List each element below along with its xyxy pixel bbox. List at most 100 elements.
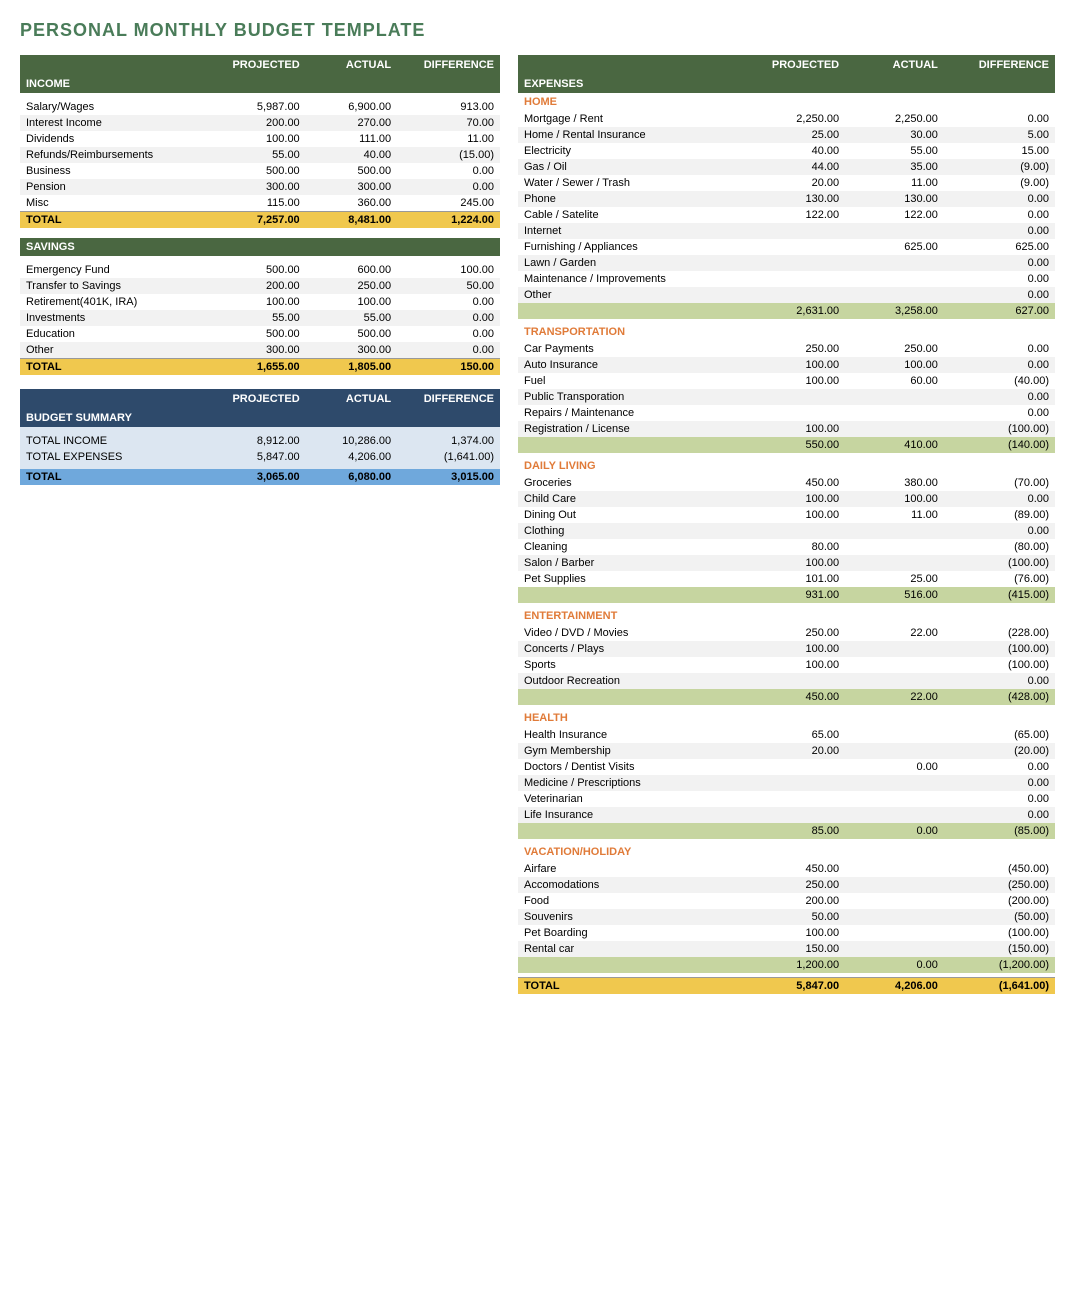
row-diff: (9.00) [944, 175, 1055, 191]
subtotal-label [518, 957, 746, 973]
row-label: Internet [518, 223, 746, 239]
row-label: Electricity [518, 143, 746, 159]
row-diff: 0.00 [397, 294, 500, 310]
subsection-name: ENTERTAINMENT [518, 607, 1055, 625]
row-diff: 0.00 [944, 405, 1055, 421]
row-label: Pet Boarding [518, 925, 746, 941]
row-proj: 200.00 [203, 278, 306, 294]
expenses-data-row: Outdoor Recreation 0.00 [518, 673, 1055, 689]
subtotal-proj: 550.00 [746, 437, 845, 453]
total-proj: 3,065.00 [203, 469, 306, 485]
row-proj: 8,912.00 [203, 433, 306, 449]
summary-header-label [20, 389, 203, 409]
subsection-name: DAILY LIVING [518, 457, 1055, 475]
row-actual [845, 523, 944, 539]
row-label: Public Transporation [518, 389, 746, 405]
row-diff: 0.00 [397, 310, 500, 326]
row-label: Child Care [518, 491, 746, 507]
row-diff: (200.00) [944, 893, 1055, 909]
savings-total-row: TOTAL 1,655.00 1,805.00 150.00 [20, 359, 500, 376]
subsection-name: VACATION/HOLIDAY [518, 843, 1055, 861]
row-proj: 250.00 [746, 341, 845, 357]
row-actual [845, 727, 944, 743]
row-label: Business [20, 163, 203, 179]
expenses-data-row: Lawn / Garden 0.00 [518, 255, 1055, 271]
row-actual [845, 405, 944, 421]
row-diff: (450.00) [944, 861, 1055, 877]
row-proj: 100.00 [746, 555, 845, 571]
total-diff: (1,641.00) [944, 978, 1055, 995]
expenses-data-row: Gas / Oil 44.00 35.00 (9.00) [518, 159, 1055, 175]
row-actual: 500.00 [306, 326, 397, 342]
row-proj [746, 287, 845, 303]
expenses-subtotal-row: 85.00 0.00 (85.00) [518, 823, 1055, 839]
expenses-subtotal-row: 2,631.00 3,258.00 627.00 [518, 303, 1055, 319]
row-actual [845, 223, 944, 239]
row-proj: 5,987.00 [203, 99, 306, 115]
row-actual: 6,900.00 [306, 99, 397, 115]
row-actual [845, 791, 944, 807]
row-label: Home / Rental Insurance [518, 127, 746, 143]
row-label: Water / Sewer / Trash [518, 175, 746, 191]
row-actual: 300.00 [306, 342, 397, 359]
row-diff: 625.00 [944, 239, 1055, 255]
row-diff: 5.00 [944, 127, 1055, 143]
row-label: Transfer to Savings [20, 278, 203, 294]
total-label: TOTAL [20, 212, 203, 229]
expenses-data-row: Car Payments 250.00 250.00 0.00 [518, 341, 1055, 357]
expenses-header-label [518, 55, 746, 75]
row-label: Cleaning [518, 539, 746, 555]
row-proj: 122.00 [746, 207, 845, 223]
row-label: Mortgage / Rent [518, 111, 746, 127]
row-proj: 500.00 [203, 163, 306, 179]
row-label: Sports [518, 657, 746, 673]
subtotal-proj: 2,631.00 [746, 303, 845, 319]
row-actual [845, 421, 944, 437]
total-actual: 4,206.00 [845, 978, 944, 995]
row-proj: 101.00 [746, 571, 845, 587]
expenses-table: PROJECTED ACTUAL DIFFERENCE EXPENSES HOM… [518, 55, 1055, 994]
summary-header-proj: PROJECTED [203, 389, 306, 409]
row-label: Investments [20, 310, 203, 326]
subsection-name: HOME [518, 93, 1055, 111]
expenses-data-row: Other 0.00 [518, 287, 1055, 303]
row-diff: 50.00 [397, 278, 500, 294]
savings-data-row: Retirement(401K, IRA) 100.00 100.00 0.00 [20, 294, 500, 310]
row-proj: 44.00 [746, 159, 845, 175]
subtotal-actual: 0.00 [845, 823, 944, 839]
budget-summary-title: BUDGET SUMMARY [20, 409, 500, 427]
subtotal-diff: (415.00) [944, 587, 1055, 603]
row-proj: 40.00 [746, 143, 845, 159]
row-label: Other [20, 342, 203, 359]
expenses-subtotal-row: 931.00 516.00 (415.00) [518, 587, 1055, 603]
row-label: Airfare [518, 861, 746, 877]
expenses-data-row: Airfare 450.00 (450.00) [518, 861, 1055, 877]
total-actual: 8,481.00 [306, 212, 397, 229]
income-data-row: Dividends 100.00 111.00 11.00 [20, 131, 500, 147]
row-actual: 100.00 [306, 294, 397, 310]
row-actual: 25.00 [845, 571, 944, 587]
row-diff: (65.00) [944, 727, 1055, 743]
income-table: PROJECTED ACTUAL DIFFERENCE INCOME Salar… [20, 55, 500, 228]
row-diff: (50.00) [944, 909, 1055, 925]
row-proj: 20.00 [746, 743, 845, 759]
row-diff: 245.00 [397, 195, 500, 212]
row-diff: (150.00) [944, 941, 1055, 957]
subtotal-actual: 3,258.00 [845, 303, 944, 319]
expenses-subtotal-row: 1,200.00 0.00 (1,200.00) [518, 957, 1055, 973]
row-diff: 0.00 [944, 673, 1055, 689]
row-proj: 450.00 [746, 475, 845, 491]
expenses-data-row: Salon / Barber 100.00 (100.00) [518, 555, 1055, 571]
total-diff: 150.00 [397, 359, 500, 376]
row-diff: (100.00) [944, 555, 1055, 571]
expenses-data-row: Doctors / Dentist Visits 0.00 0.00 [518, 759, 1055, 775]
income-header-proj: PROJECTED [203, 55, 306, 75]
expenses-subsection-header: DAILY LIVING [518, 457, 1055, 475]
row-actual [845, 673, 944, 689]
row-label: Lawn / Garden [518, 255, 746, 271]
row-actual: 600.00 [306, 262, 397, 278]
row-label: Souvenirs [518, 909, 746, 925]
row-diff: 0.00 [397, 179, 500, 195]
expenses-data-row: Internet 0.00 [518, 223, 1055, 239]
expenses-data-row: Child Care 100.00 100.00 0.00 [518, 491, 1055, 507]
